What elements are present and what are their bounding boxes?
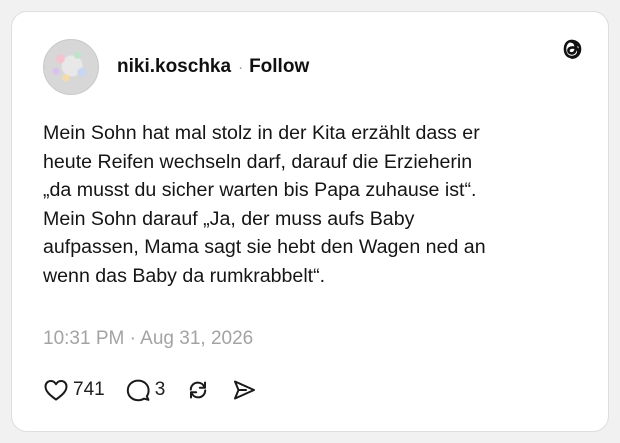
separator-dot: · (238, 59, 244, 76)
repost-icon (190, 381, 207, 399)
follow-button[interactable]: Follow (249, 56, 309, 77)
avatar[interactable] (43, 39, 99, 95)
reply-button[interactable]: 3 (125, 378, 166, 402)
action-bar: 741 3 (43, 376, 277, 404)
share-button[interactable] (231, 378, 257, 402)
threads-logo-icon[interactable] (557, 34, 587, 64)
heart-icon (44, 380, 68, 401)
post-header: niki.koschka · Follow (117, 55, 309, 80)
username-link[interactable]: niki.koschka (117, 56, 231, 77)
post-card: niki.koschka · Follow Mein Sohn hat mal st… (11, 11, 609, 432)
reply-count: 3 (154, 379, 166, 400)
repost-button[interactable] (185, 378, 211, 402)
post-text: Mein Sohn hat mal stolz in der Kita erzä… (43, 122, 486, 287)
like-button[interactable]: 741 (43, 378, 105, 402)
comment-icon (126, 379, 150, 402)
send-icon (234, 380, 256, 400)
post-timestamp[interactable]: 10:31 PM · Aug 31, 2026 (43, 327, 253, 351)
like-count: 741 (73, 379, 105, 400)
